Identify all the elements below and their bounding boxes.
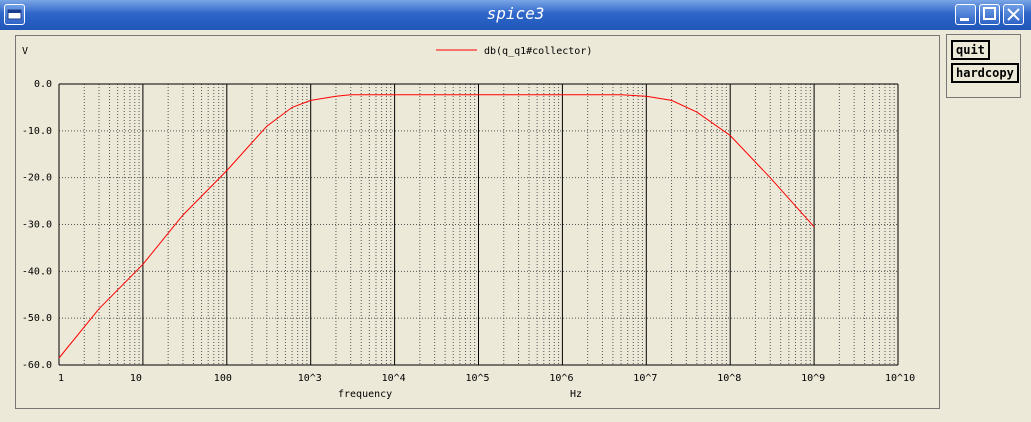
y-tick-label: -10.0 [22,126,52,137]
button-panel: quit hardcopy [946,34,1021,98]
y-unit-label: V [22,46,28,57]
y-tick-label: -50.0 [22,313,52,324]
x-tick-label: 10^10 [885,373,915,384]
x-tick-label: 10^8 [717,373,741,384]
app-window: spice3 V db(q_q1#collector) frequency Hz… [0,0,1031,422]
quit-button[interactable]: quit [951,40,990,60]
y-tick-label: 0.0 [34,79,52,90]
hardcopy-button[interactable]: hardcopy [951,63,1019,83]
y-tick-label: -20.0 [22,173,52,184]
x-tick-label: 100 [214,373,232,384]
x-tick-label: 10^9 [801,373,825,384]
plot-area[interactable]: V db(q_q1#collector) frequency Hz 0.0 -10… [0,0,1031,422]
series-line-db-q-q1-collector [58,94,815,359]
y-tick-label: -60.0 [22,360,52,371]
y-tick-label: -30.0 [22,220,52,231]
x-tick-label: 10^4 [382,373,406,384]
x-tick-label: 10^7 [633,373,657,384]
x-tick-label: 10^6 [549,373,573,384]
x-tick-label: 10^3 [298,373,322,384]
x-tick-label: 10 [130,373,142,384]
x-tick-label: 1 [58,373,64,384]
x-axis-label: frequency [338,389,392,400]
legend-label: db(q_q1#collector) [484,46,592,57]
x-unit-label: Hz [570,389,582,400]
y-tick-label: -40.0 [22,266,52,277]
x-tick-label: 10^5 [466,373,490,384]
